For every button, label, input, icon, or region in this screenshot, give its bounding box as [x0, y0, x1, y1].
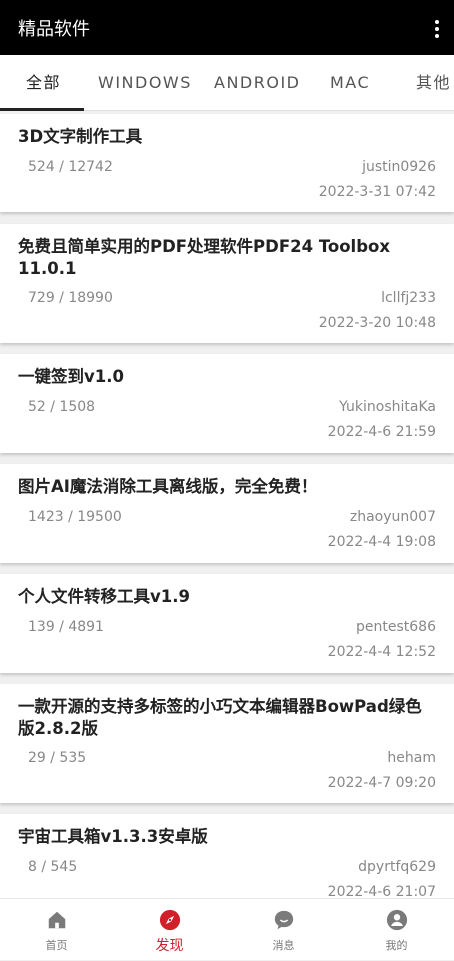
post-card[interactable]: 一键签到v1.0 52 / 1508 YukinoshitaKa 2022-4-… — [0, 354, 454, 453]
post-date: 2022-4-6 21:59 — [327, 424, 436, 440]
post-title: 免费且简单实用的PDF处理软件PDF24 Toolbox 11.0.1 — [18, 237, 391, 278]
chat-icon — [274, 910, 294, 930]
tab-other[interactable]: 其他 — [416, 55, 451, 111]
post-title: 宇宙工具箱v1.3.3安卓版 — [18, 827, 208, 846]
more-vert-icon[interactable] — [434, 20, 440, 40]
post-stats: 139 / 4891 — [28, 619, 104, 635]
tab-mac[interactable]: MAC — [330, 55, 370, 111]
tab-windows[interactable]: WINDOWS — [98, 55, 192, 111]
post-list[interactable]: 3D文字制作工具 524 / 12742 justin0926 2022-3-3… — [0, 114, 454, 898]
nav-me-label: 我的 — [385, 939, 408, 952]
post-author[interactable]: justin0926 — [362, 159, 436, 175]
post-stats: 524 / 12742 — [28, 159, 113, 175]
post-author[interactable]: lcllfj233 — [381, 290, 436, 306]
app-bar: 精品软件 — [0, 0, 454, 55]
nav-messages-label: 消息 — [272, 939, 295, 952]
post-stats: 8 / 545 — [28, 859, 78, 875]
post-stats: 1423 / 19500 — [28, 509, 122, 525]
person-icon — [386, 909, 408, 931]
post-card[interactable]: 宇宙工具箱v1.3.3安卓版 8 / 545 dpyrtfq629 2022-4… — [0, 814, 454, 898]
tab-all[interactable]: 全部 — [26, 55, 61, 111]
nav-home[interactable]: 首页 — [0, 899, 113, 961]
post-stats: 729 / 18990 — [28, 290, 113, 306]
post-date: 2022-3-31 07:42 — [318, 184, 436, 200]
post-author[interactable]: dpyrtfq629 — [358, 859, 436, 875]
post-title: 个人文件转移工具v1.9 — [18, 587, 190, 606]
app-title: 精品软件 — [18, 19, 90, 40]
category-tabs: 全部 WINDOWS ANDROID MAC 其他 — [0, 55, 454, 111]
nav-discover-label: 发现 — [155, 938, 184, 954]
post-author[interactable]: YukinoshitaKa — [339, 399, 436, 415]
bottom-nav: 首页 发现 消息 我的 — [0, 898, 454, 960]
compass-icon — [159, 909, 181, 931]
post-date: 2022-4-4 12:52 — [327, 644, 436, 660]
post-date: 2022-4-4 19:08 — [327, 534, 436, 550]
nav-messages[interactable]: 消息 — [227, 899, 340, 961]
post-title: 图片AI魔法消除工具离线版，完全免费！ — [18, 477, 318, 496]
post-card[interactable]: 免费且简单实用的PDF处理软件PDF24 Toolbox 11.0.1 729 … — [0, 224, 454, 343]
home-icon — [48, 911, 66, 929]
post-title: 一键签到v1.0 — [18, 367, 124, 386]
post-date: 2022-4-6 21:07 — [327, 884, 436, 898]
post-card[interactable]: 3D文字制作工具 524 / 12742 justin0926 2022-3-3… — [0, 114, 454, 212]
nav-home-label: 首页 — [45, 939, 68, 952]
post-author[interactable]: pentest686 — [356, 619, 436, 635]
post-title: 一款开源的支持多标签的小巧文本编辑器BowPad绿色版2.8.2版 — [18, 697, 422, 738]
nav-discover[interactable]: 发现 — [113, 899, 226, 961]
post-author[interactable]: zhaoyun007 — [350, 509, 436, 525]
post-card[interactable]: 图片AI魔法消除工具离线版，完全免费！ 1423 / 19500 zhaoyun… — [0, 464, 454, 563]
post-date: 2022-4-7 09:20 — [327, 775, 436, 791]
post-date: 2022-3-20 10:48 — [318, 315, 436, 331]
post-stats: 29 / 535 — [28, 750, 87, 766]
tab-indicator — [0, 108, 84, 111]
tab-android[interactable]: ANDROID — [214, 55, 300, 111]
nav-me[interactable]: 我的 — [340, 899, 453, 961]
post-stats: 52 / 1508 — [28, 399, 96, 415]
post-card[interactable]: 个人文件转移工具v1.9 139 / 4891 pentest686 2022-… — [0, 574, 454, 673]
post-card[interactable]: 一款开源的支持多标签的小巧文本编辑器BowPad绿色版2.8.2版 29 / 5… — [0, 684, 454, 803]
post-author[interactable]: heham — [387, 750, 436, 766]
post-title: 3D文字制作工具 — [18, 127, 143, 146]
